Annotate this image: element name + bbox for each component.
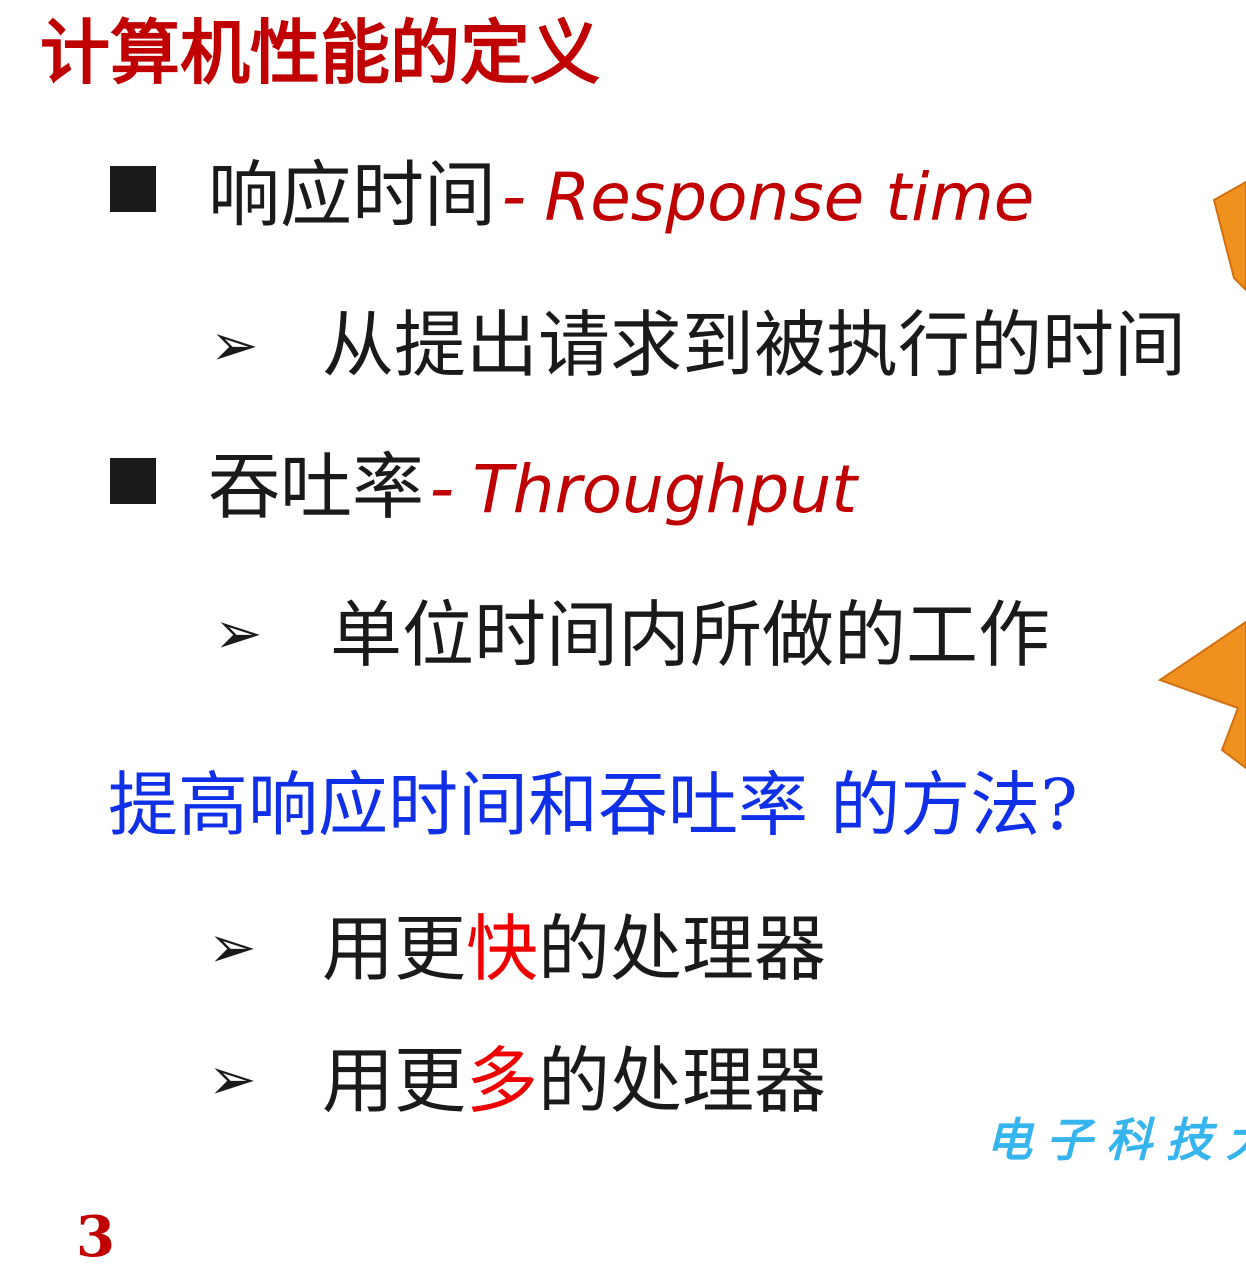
- question-heading: 提高响应时间和吞吐率 的方法?: [108, 764, 1078, 846]
- arrow-bullet-icon: ➢: [214, 599, 263, 667]
- orange-arrow-bottom: [1157, 620, 1246, 770]
- bullet-square-icon: [110, 166, 156, 212]
- bullet-throughput: 吞吐率- Throughput: [208, 442, 857, 535]
- answer-highlight: 多: [466, 1039, 539, 1123]
- answer-text: 用更: [322, 907, 467, 991]
- orange-arrow-top: [1212, 180, 1246, 292]
- decorative-arrow-shapes: [1157, 180, 1246, 770]
- bullet-separator: -: [430, 445, 455, 529]
- answer-item-more: 用更多的处理器: [322, 1036, 826, 1126]
- arrow-bullet-icon: ➢: [210, 311, 259, 379]
- bullet-zh: 吞吐率: [208, 445, 425, 529]
- watermark-text: 电子科技大: [986, 1113, 1246, 1167]
- answer-text: 的处理器: [538, 907, 827, 991]
- arrow-bullet-icon: ➢: [208, 913, 257, 981]
- bullet-en: Response time: [544, 159, 1035, 236]
- sub-item-response-definition: 从提出请求到被执行的时间: [322, 303, 1187, 387]
- bullet-square-icon: [110, 458, 156, 504]
- sub-item-throughput-definition: 单位时间内所做的工作: [330, 593, 1051, 677]
- arrow-bullet-icon: ➢: [208, 1045, 257, 1113]
- bullet-separator: -: [502, 153, 527, 237]
- bullet-response-time: 响应时间- Response time: [208, 150, 1034, 243]
- answer-text: 用更: [322, 1039, 467, 1123]
- page-number: 3: [76, 1204, 115, 1270]
- answer-text: 的处理器: [538, 1039, 827, 1123]
- slide-title: 计算机性能的定义: [40, 12, 600, 94]
- answer-highlight: 快: [466, 907, 539, 991]
- bullet-zh: 响应时间: [208, 153, 497, 237]
- answer-item-faster: 用更快的处理器: [322, 904, 826, 994]
- bullet-en: Throughput: [472, 451, 858, 528]
